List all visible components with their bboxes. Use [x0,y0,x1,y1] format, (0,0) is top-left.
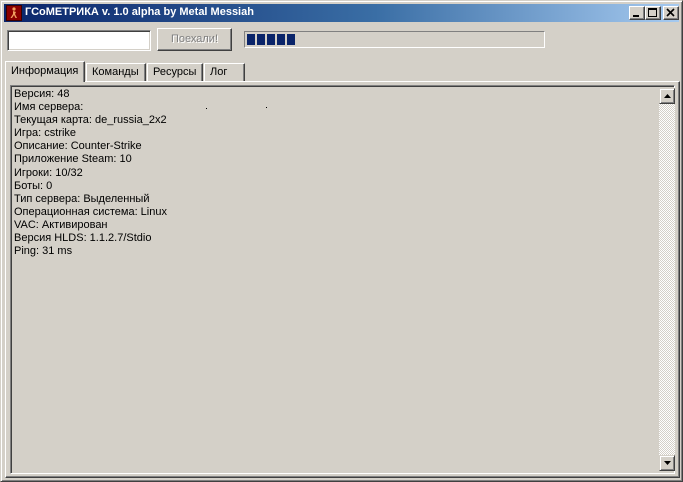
app-icon[interactable] [6,5,22,21]
info-line: VAC: Активирован [14,218,108,231]
arrow-down-icon [664,461,671,465]
info-line: Версия HLDS: 1.1.2.7/Stdio [14,232,152,245]
scroll-down-button[interactable] [659,455,675,471]
info-line: Текущая карта: de_russia_2x2 [14,114,167,127]
tab-resources[interactable]: Ресурсы [147,63,203,81]
progress-fill [247,34,542,45]
info-lines: Версия: 48 Имя сервера: Текущая карта: d… [14,88,654,470]
info-text-area[interactable]: Версия: 48 Имя сервера: Текущая карта: d… [10,85,675,474]
server-address-input[interactable] [7,30,151,51]
info-line: Игра: cstrike [14,127,77,140]
info-line: Версия: 48 [14,88,70,100]
info-line: Игроки: 10/32 [14,166,83,179]
window-title: ГСоМЕТРИКА v. 1.0 alpha by Metal Messiah [25,6,254,18]
minimize-icon [633,15,639,17]
info-line: Операционная система: Linux [14,205,167,218]
scroll-up-button[interactable] [659,88,675,104]
vertical-scrollbar[interactable] [659,88,675,471]
tab-log[interactable]: Лог [204,63,245,81]
info-line: Тип сервера: Выделенный [14,192,150,205]
maximize-icon [648,8,657,17]
progress-segment [247,34,255,45]
progress-segment [277,34,285,45]
minimize-button[interactable] [629,6,645,20]
go-button[interactable]: Поехали! [157,28,232,51]
info-line: Приложение Steam: 10 [14,153,132,166]
close-icon [666,8,675,17]
server-name-artifacts [206,107,267,109]
progress-segment [267,34,275,45]
tab-panel: Версия: 48 Имя сервера: Текущая карта: d… [5,81,680,478]
arrow-up-icon [664,94,671,98]
progress-bar [244,31,545,48]
app-window: ГСоМЕТРИКА v. 1.0 alpha by Metal Messiah… [0,0,683,482]
close-button[interactable] [663,6,679,20]
tab-commands[interactable]: Команды [86,63,146,81]
progress-segment [257,34,265,45]
progress-segment [287,34,295,45]
maximize-button[interactable] [645,6,661,20]
tab-info[interactable]: Информация [5,61,85,82]
title-bar[interactable]: ГСоМЕТРИКА v. 1.0 alpha by Metal Messiah [4,4,679,22]
info-line: Боты: 0 [14,179,53,192]
info-line: Имя сервера: [14,101,84,114]
info-line: Ping: 31 ms [14,245,73,258]
info-line: Описание: Counter-Strike [14,140,142,153]
